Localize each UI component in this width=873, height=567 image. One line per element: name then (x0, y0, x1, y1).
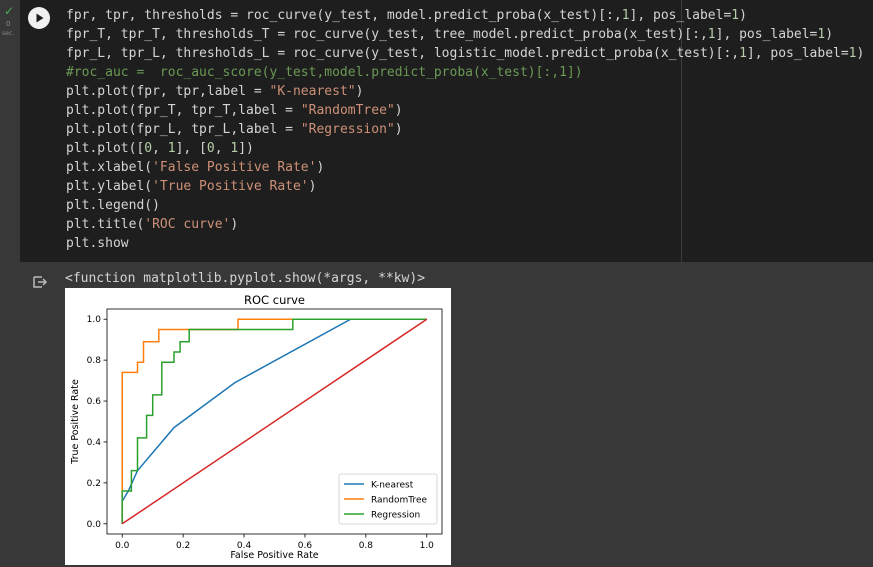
y-tick-label: 0.2 (87, 479, 101, 489)
code-token: ], pos_label= (629, 8, 732, 23)
legend-label: RandomTree (371, 495, 427, 505)
y-tick-label: 0.0 (87, 520, 102, 530)
legend-label: K-nearest (371, 480, 414, 490)
code-token: 1 (707, 27, 716, 42)
code-token: ], pos_label= (746, 46, 849, 61)
code-line[interactable]: plt.plot(fpr_L, tpr_L,label = "Regressio… (66, 120, 864, 139)
code-token: 1 (621, 8, 630, 23)
code-line[interactable]: plt.legend() (66, 196, 864, 215)
code-line[interactable]: #roc_auc = roc_auc_score(y_test,model.pr… (66, 63, 864, 82)
x-tick-label: 0.2 (176, 541, 190, 551)
code-token: fpr_T, tpr_T, thresholds_T = roc_curve(y… (66, 27, 708, 42)
code-token: "RandomTree" (300, 103, 395, 118)
code-token: fpr, tpr, thresholds = roc_curve(y_test,… (66, 8, 622, 23)
code-line[interactable]: fpr, tpr, thresholds = roc_curve(y_test,… (66, 6, 864, 25)
code-token: plt.show (66, 236, 129, 251)
y-tick-label: 0.6 (87, 397, 102, 407)
code-token: ) (394, 122, 403, 137)
code-token: plt.plot(fpr_L, tpr_L,label = (66, 122, 301, 137)
exec-time-unit: sec. (2, 30, 15, 37)
code-token: ) (825, 27, 834, 42)
roc-chart: 0.0 0.2 0.4 0.6 0.8 1.00.00.20.40.60.81.0ROC … (70, 293, 443, 561)
code-line[interactable]: plt.title('ROC curve') (66, 215, 864, 234)
code-token: ) (856, 46, 865, 61)
output-icon[interactable] (32, 274, 48, 290)
check-icon: ✓ (4, 4, 15, 18)
code-token: 1 (739, 46, 747, 61)
x-tick-label: 0.8 (359, 541, 374, 551)
code-token: 0 (206, 141, 215, 156)
code-token: #roc_auc = roc_auc_score(y_test,model.pr… (66, 65, 583, 80)
output-text: <function matplotlib.pyplot.show(*args, … (65, 271, 426, 286)
x-tick-label: 0.0 (115, 541, 130, 551)
code-token: fpr_L, tpr_L, thresholds_L = roc_curve(y… (66, 46, 740, 61)
code-token: ]) (238, 141, 254, 156)
exec-time: 0 (6, 20, 11, 28)
code-token: plt.xlabel( (66, 160, 153, 175)
chart-title: ROC curve (244, 293, 305, 307)
code-token: "K-nearest" (269, 84, 356, 99)
code-editor[interactable]: fpr, tpr, thresholds = roc_curve(y_test,… (66, 6, 864, 253)
play-icon (36, 13, 44, 23)
code-token: ) (394, 103, 403, 118)
y-axis-label: True Positive Rate (70, 379, 81, 465)
y-tick-label: 0.4 (87, 438, 102, 448)
code-line[interactable]: plt.plot(fpr_T, tpr_T,label = "RandomTre… (66, 101, 864, 120)
code-token: , (214, 141, 231, 156)
code-token: ], [ (175, 141, 207, 156)
code-token: ) (316, 160, 325, 175)
code-token: 0 (144, 141, 153, 156)
code-token: 'ROC curve' (144, 217, 231, 232)
code-token: ) (739, 8, 747, 23)
code-token: 'False Positive Rate' (152, 160, 317, 175)
y-tick-label: 1.0 (87, 315, 102, 325)
code-token: , (152, 141, 168, 156)
x-tick-label: 1.0 (420, 541, 435, 551)
code-cell[interactable]: fpr, tpr, thresholds = roc_curve(y_test,… (20, 0, 873, 262)
legend-label: Regression (371, 510, 420, 520)
code-token: 1 (848, 46, 857, 61)
code-line[interactable]: plt.show (66, 234, 864, 253)
y-tick-label: 0.8 (87, 356, 102, 366)
code-line[interactable]: fpr_T, tpr_T, thresholds_T = roc_curve(y… (66, 25, 864, 44)
cell-gutter: ✓ 0 sec. (0, 0, 20, 567)
code-line[interactable]: plt.ylabel('True Positive Rate') (66, 177, 864, 196)
code-line[interactable]: plt.plot([0, 1], [0, 1]) (66, 139, 864, 158)
code-line[interactable]: fpr_L, tpr_L, thresholds_L = roc_curve(y… (66, 44, 864, 63)
code-token: 1 (167, 141, 176, 156)
code-token: 1 (731, 8, 740, 23)
code-token: plt.plot(fpr, tpr,label = (66, 84, 270, 99)
code-token: plt.legend() (66, 198, 160, 213)
code-line[interactable]: plt.plot(fpr, tpr,label = "K-nearest") (66, 82, 864, 101)
run-cell-button[interactable] (28, 7, 50, 29)
code-token: "Regression" (300, 122, 395, 137)
x-axis-label: False Positive Rate (230, 550, 318, 561)
code-token: ) (355, 84, 364, 99)
code-token: ], pos_label= (715, 27, 818, 42)
code-token: plt.plot([ (66, 141, 145, 156)
output-plot: 0.0 0.2 0.4 0.6 0.8 1.0 0.0 0.2 0.4 0.6 0.8 1.0 ROC … (65, 288, 451, 565)
code-token: 'True Positive Rate' (152, 179, 309, 194)
code-token: plt.title( (66, 217, 145, 232)
code-token: ) (230, 217, 239, 232)
code-token: ) (308, 179, 317, 194)
code-token: plt.plot(fpr_T, tpr_T,label = (66, 103, 301, 118)
code-token: plt.ylabel( (66, 179, 153, 194)
code-line[interactable]: plt.xlabel('False Positive Rate') (66, 158, 864, 177)
